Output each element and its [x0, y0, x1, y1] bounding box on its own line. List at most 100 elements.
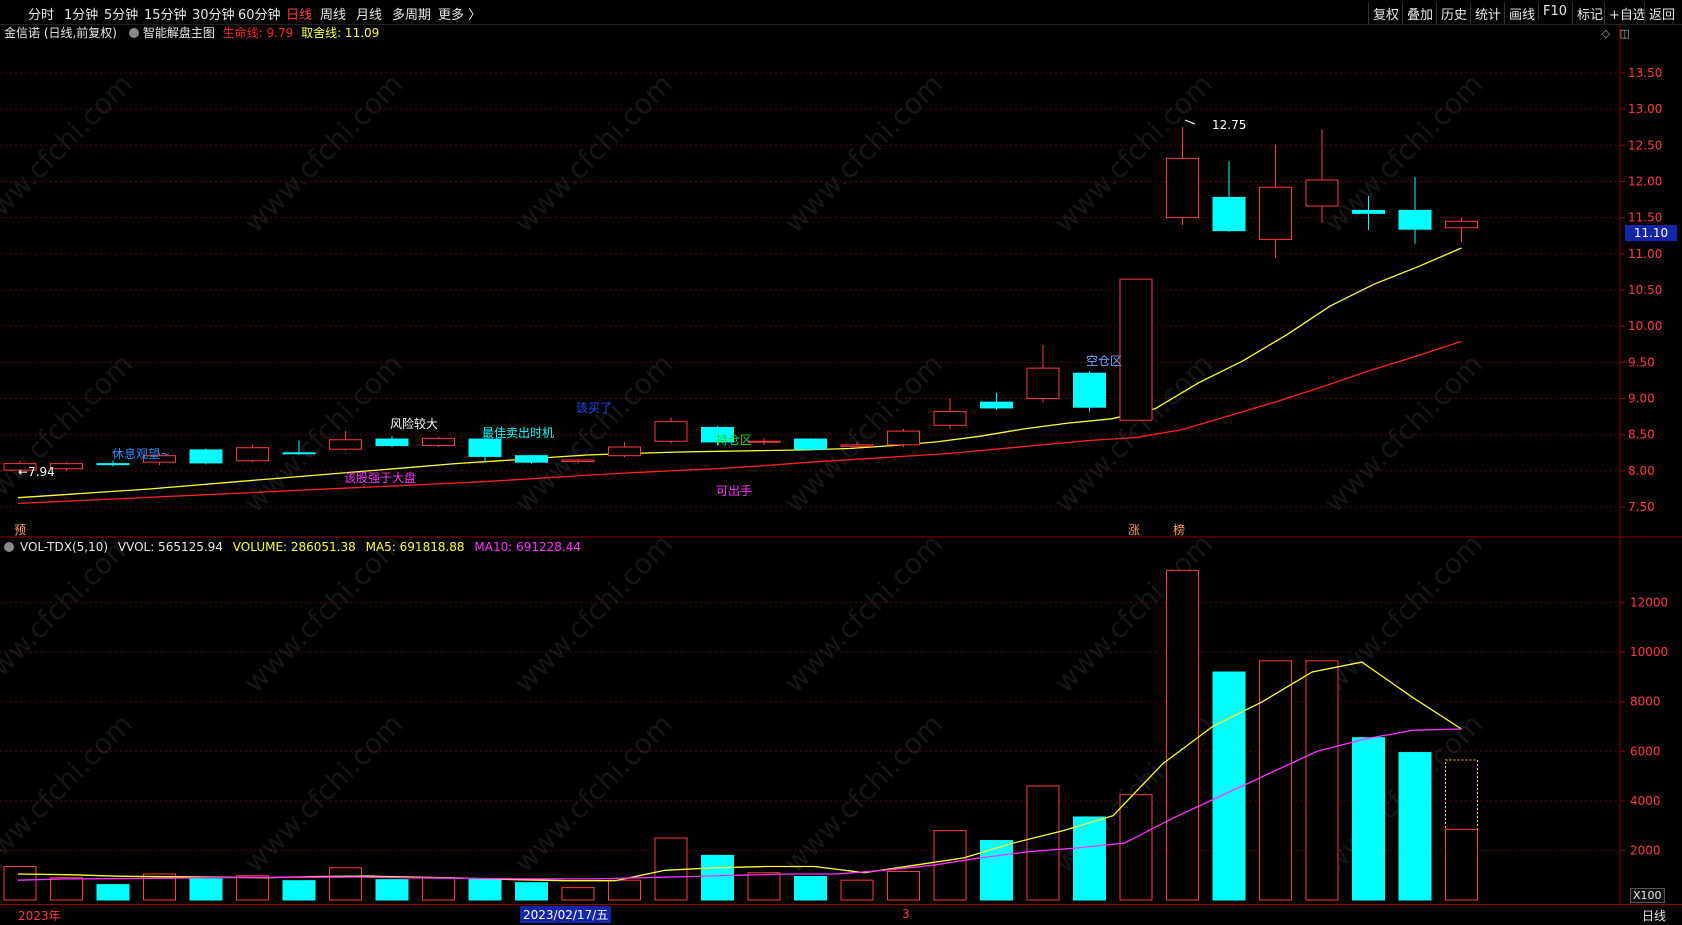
volume-bar: [422, 877, 455, 901]
candle-body: [1305, 179, 1339, 207]
candle-body: [840, 444, 874, 447]
period-tab-0[interactable]: 分时: [28, 4, 54, 23]
volume-multiplier: X100: [1630, 888, 1665, 903]
tool-button-1[interactable]: 叠加: [1402, 3, 1437, 24]
volume-bar: [236, 875, 269, 901]
period-tab-4[interactable]: 30分钟: [192, 4, 235, 23]
life-line-value: 生命线: 9.79: [222, 26, 294, 40]
tool-button-0[interactable]: 复权: [1368, 3, 1403, 24]
price-tick-label: 11.50: [1628, 211, 1662, 225]
tool-button-5[interactable]: F10: [1538, 3, 1571, 20]
period-tab-8[interactable]: 月线: [356, 4, 382, 23]
chart-annotation: 可出手: [716, 484, 752, 498]
kline-chart[interactable]: www.cfchi.com www.cfchi.com www.cfchi.com w…: [0, 0, 1682, 924]
candles-layer: [3, 127, 1478, 474]
chart-annotation: 预: [14, 523, 26, 537]
main-chart-info: 金信诺 (日线,前复权) 智能解盘主图 生命线: 9.79 取舍线: 11.09: [0, 24, 383, 42]
volume-tick-label: 12000: [1630, 596, 1668, 610]
candle-body: [96, 463, 130, 466]
period-tab-6[interactable]: 日线: [286, 4, 312, 23]
watermark-text: www.cfchi.com: [1317, 527, 1489, 699]
volume-bar: [96, 884, 130, 901]
period-tab-10[interactable]: 更多 〉: [438, 4, 481, 23]
chart-annotation: 最佳卖出时机: [482, 426, 554, 440]
chart-annotation: 12.75: [1212, 118, 1246, 132]
chart-annotation: 休息观望~: [112, 446, 170, 461]
period-toolbar: 分时 1分钟 5分钟 15分钟 30分钟 60分钟 日线 周线 月线 多周期 更多 〉 复权 叠加 历史…: [0, 0, 1682, 25]
period-tab-2[interactable]: 5分钟: [104, 4, 138, 23]
volume-tick-label: 4000: [1630, 794, 1661, 808]
vol-toggle-icon[interactable]: [4, 542, 14, 552]
volume-bar: [1073, 816, 1106, 901]
candle-body: [422, 437, 455, 447]
take-line-value: 取舍线: 11.09: [301, 26, 380, 40]
watermark-text: www.cfchi.com: [237, 67, 409, 239]
current-price-tag: 11.10: [1625, 225, 1677, 241]
chart-annotation: 该股强于大盘: [344, 470, 416, 485]
chart-annotation: 该买了: [576, 401, 612, 415]
y-axis-labels: 13.50 13.00 12.50 12.00 11.50 11.00 10.50 10.00…: [1628, 66, 1668, 857]
price-tick-label: 10.00: [1628, 319, 1662, 333]
candle-body: [1119, 278, 1153, 421]
tool-button-6[interactable]: 标记: [1572, 3, 1607, 24]
indicator-toggle-icon[interactable]: [128, 28, 139, 38]
watermark-text: www.cfchi.com: [777, 67, 949, 239]
price-tick-label: 9.50: [1628, 355, 1655, 369]
volume-tick-label: 6000: [1630, 744, 1661, 758]
volume-bar: [189, 878, 223, 901]
indicator-lines: [17, 247, 1462, 505]
period-tab-3[interactable]: 15分钟: [144, 4, 187, 23]
tool-button-4[interactable]: 画线: [1504, 3, 1539, 24]
volume-bar: [980, 840, 1013, 901]
watermark-text: www.cfchi.com: [507, 67, 679, 239]
volume-bar: [747, 872, 781, 901]
tool-button-8[interactable]: 返回: [1644, 3, 1679, 24]
watermark-text: www.cfchi.com: [237, 707, 409, 879]
watermark-text: www.cfchi.com: [507, 707, 679, 879]
candle-body: [933, 411, 967, 426]
price-tick-label: 7.50: [1628, 500, 1655, 514]
candle-body: [1073, 372, 1106, 408]
watermark-text: www.cfchi.com: [777, 347, 949, 519]
ma5-value: MA5: 691818.88: [365, 540, 465, 554]
period-tab-7[interactable]: 周线: [320, 4, 346, 23]
volume-bar: [468, 878, 502, 901]
period-button[interactable]: 日线: [1642, 907, 1666, 924]
tool-button-2[interactable]: 历史: [1436, 3, 1471, 24]
life-line: [17, 340, 1462, 505]
volume-bar: [887, 871, 920, 901]
volume-bar: [1398, 752, 1432, 901]
indicator-name[interactable]: 智能解盘主图: [143, 26, 215, 40]
price-tick-label: 12.00: [1628, 174, 1662, 188]
candle-body: [50, 463, 83, 470]
stock-title[interactable]: 金信诺 (日线,前复权): [4, 26, 117, 40]
diamond-icon[interactable]: ◇: [1602, 27, 1610, 40]
price-tick-label: 9.00: [1628, 392, 1655, 406]
price-tick-label: 13.00: [1628, 102, 1662, 116]
vol-indicator-name[interactable]: VOL-TDX(5,10): [20, 540, 108, 554]
watermark-text: www.cfchi.com: [1317, 347, 1489, 519]
volume-bar: [515, 882, 548, 901]
candle-body: [1166, 157, 1199, 219]
watermark-text: www.cfchi.com: [777, 707, 949, 879]
tool-button-3[interactable]: 统计: [1470, 3, 1505, 24]
period-tab-5[interactable]: 60分钟: [238, 4, 281, 23]
volume-info: VOL-TDX(5,10) VVOL: 565125.94 VOLUME: 28…: [0, 540, 587, 558]
candle-body: [747, 440, 781, 443]
candle-body: [794, 438, 827, 450]
candle-body: [887, 430, 920, 446]
candle-body: [1445, 220, 1478, 229]
period-tab-9[interactable]: 多周期: [392, 4, 431, 23]
candle-body: [608, 446, 641, 457]
panel-controls: ◇ ◫: [1602, 27, 1630, 40]
time-axis-bar: 2023年 2023/02/17/五 3 日线: [0, 904, 1682, 925]
volume-bar: [561, 887, 595, 901]
period-tab-1[interactable]: 1分钟: [64, 4, 98, 23]
chart-annotation: 风险较大: [390, 416, 438, 431]
price-tick-label: 8.00: [1628, 464, 1655, 478]
watermark-text: www.cfchi.com: [777, 527, 949, 699]
volume-bar: [840, 879, 874, 901]
volume-bar: [1119, 794, 1153, 901]
window-toggle-icon[interactable]: ◫: [1620, 27, 1630, 40]
annotations-layer: ←7.94 休息观望~ 风险较大最佳卖出时机该股强于大盘 该买了持仓区可出手 空仓区 12…: [14, 118, 1246, 537]
